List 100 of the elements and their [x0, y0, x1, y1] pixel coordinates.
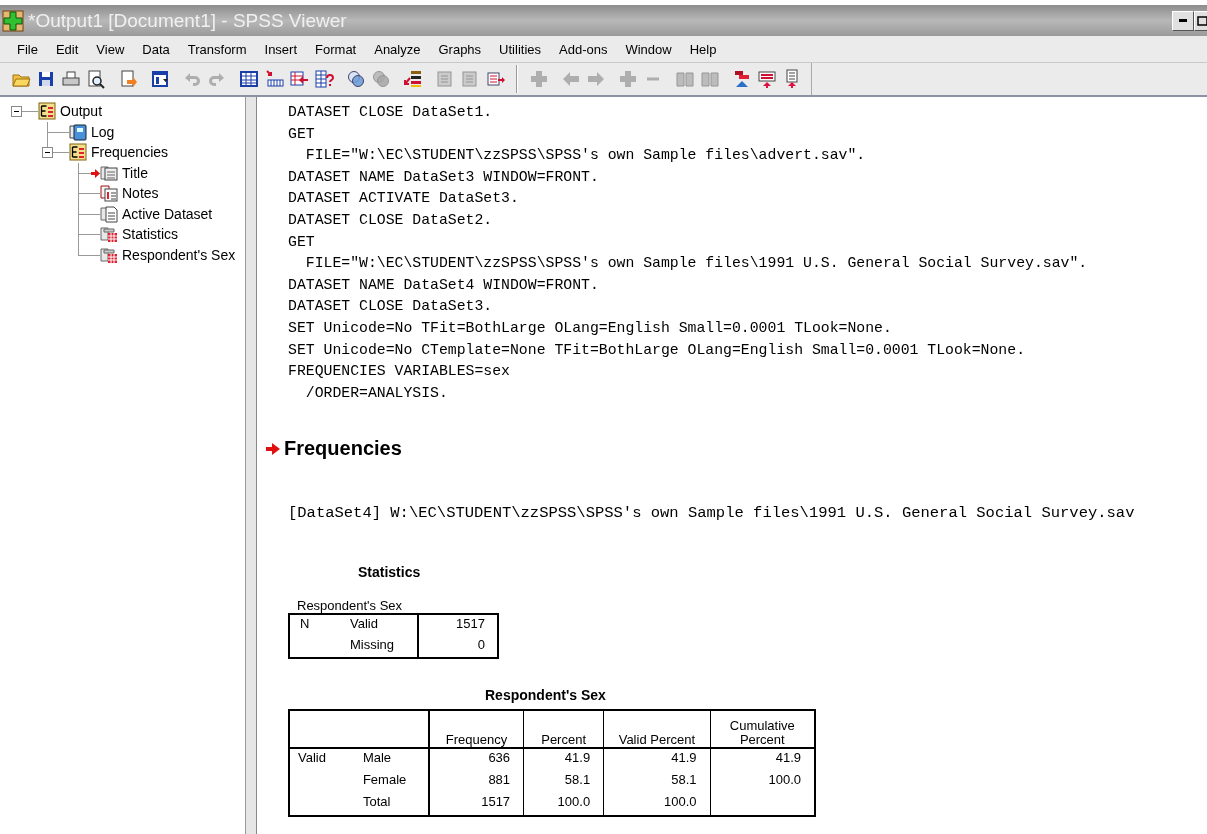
- sheet-icon: [460, 69, 480, 89]
- outline-item[interactable]: Title: [122, 164, 148, 181]
- maximize-button[interactable]: [1194, 10, 1207, 31]
- collapse-toggle[interactable]: [11, 106, 22, 117]
- grid-icon: [239, 69, 259, 89]
- table-title: Statistics: [358, 564, 422, 581]
- arrow-right-icon: [586, 69, 606, 89]
- minimize-icon: [1179, 19, 1187, 22]
- syntax-line: FILE="W:\EC\STUDENT\zzSPSS\SPSS's own Sample files\1991 U.S. General Social Survey.sav".: [304, 254, 1089, 274]
- menu-item[interactable]: Data: [133, 41, 179, 57]
- outline-item[interactable]: Notes: [122, 185, 159, 202]
- book-heading-icon: [69, 143, 87, 162]
- book-icon: [675, 69, 695, 89]
- sheet-arrow-icon: [485, 69, 505, 89]
- collapse-toggle[interactable]: [42, 147, 53, 158]
- section-heading: Frequencies: [284, 437, 402, 461]
- text-page-icon: [100, 163, 118, 182]
- outline-item[interactable]: Statistics: [122, 226, 178, 243]
- menu-item[interactable]: Format: [306, 41, 366, 57]
- outline-item[interactable]: Active Dataset: [122, 205, 213, 222]
- menu-item[interactable]: Window: [616, 41, 681, 57]
- menu-item[interactable]: Graphs: [429, 41, 491, 57]
- book-heading-icon: [38, 102, 56, 121]
- table-cell: 1517: [418, 614, 498, 637]
- table-cell: Missing: [346, 636, 418, 659]
- syntax-line: DATASET NAME DataSet4 WINDOW=FRONT.: [288, 275, 600, 295]
- table-cell: N: [289, 614, 346, 637]
- minus-icon: [647, 77, 659, 81]
- table-cell: 41.9: [603, 748, 711, 772]
- menu-item[interactable]: Edit: [46, 41, 88, 57]
- log-book-icon: [69, 122, 87, 141]
- table-cell: Valid: [289, 748, 359, 772]
- table-caption: Respondent's Sex: [297, 599, 404, 614]
- syntax-line: DATASET ACTIVATE DataSet3.: [288, 189, 520, 209]
- syntax-line: DATASET NAME DataSet3 WINDOW=FRONT.: [288, 167, 600, 187]
- column-header: Valid Percent: [603, 710, 711, 749]
- syntax-line: GET: [288, 124, 316, 144]
- table-cell: Female: [358, 771, 429, 794]
- menu-item[interactable]: Add-ons: [550, 41, 617, 57]
- export-icon: [118, 69, 138, 89]
- book-icon: [700, 69, 720, 89]
- window-title: *Output1 [Document1] - SPSS Viewer: [28, 9, 347, 32]
- table-cell: 41.9: [710, 748, 815, 772]
- syntax-line: GET: [288, 232, 316, 252]
- grid-arrow-icon: [289, 69, 309, 89]
- syntax-line: SET Unicode=No CTemplate=None TFit=BothLarge OLang=English Small=0.0001 TLook=None.: [288, 340, 1026, 360]
- syntax-line: FREQUENCIES VARIABLES=sex: [288, 362, 511, 382]
- bars-icon: [732, 69, 752, 89]
- menu-item[interactable]: File: [8, 41, 47, 57]
- minimize-button[interactable]: [1172, 10, 1194, 31]
- notes-page-icon: [100, 184, 118, 203]
- table-cell: 58.1: [523, 771, 604, 794]
- column-header: Frequency: [428, 710, 524, 749]
- grid-question-icon: [314, 69, 334, 89]
- maximize-icon: [1197, 15, 1207, 26]
- outline-item[interactable]: Output: [60, 103, 103, 120]
- dataset-path: [DataSet4] W:\EC\STUDENT\zzSPSS\SPSS's own Sample files\1991 U.S. General Social Survey.sav: [288, 504, 1136, 523]
- outline-item[interactable]: Log: [91, 123, 115, 140]
- table-cell: 100.0: [603, 793, 711, 817]
- table-cell: 58.1: [603, 771, 711, 794]
- dialog-icon: [150, 69, 170, 89]
- pane-splitter[interactable]: [246, 97, 257, 834]
- printer-icon: [61, 69, 81, 89]
- table-page-icon: [100, 245, 118, 264]
- syntax-line: SET Unicode=No TFit=BothLarge OLang=English Small=0.0001 TLook=None.: [288, 318, 893, 338]
- table-cell: 100.0: [523, 793, 604, 817]
- menu-item[interactable]: Transform: [178, 41, 256, 57]
- column-header: Percent: [523, 710, 604, 749]
- table-cell: Total: [358, 793, 429, 817]
- preview-icon: [86, 69, 106, 89]
- table-cell: 636: [428, 748, 524, 772]
- circles-icon: [371, 69, 391, 89]
- table-cell: 881: [428, 771, 524, 794]
- table-cell: Valid: [346, 614, 418, 637]
- grid-row-icon: [264, 69, 284, 89]
- toolbar-button[interactable]: [85, 67, 107, 91]
- table-title: Respondent's Sex: [485, 687, 607, 704]
- text-page-icon: [100, 204, 118, 223]
- table-cell: 41.9: [523, 748, 604, 772]
- table-cell: 0: [418, 636, 498, 659]
- syntax-line: FILE="W:\EC\STUDENT\zzSPSS\SPSS's own Sample files\advert.sav".: [304, 146, 867, 166]
- outline-item[interactable]: Frequencies: [91, 144, 169, 161]
- menu-item[interactable]: Help: [680, 41, 726, 57]
- table-page-icon: [100, 225, 118, 244]
- menu-item[interactable]: Insert: [255, 41, 307, 57]
- menu-item[interactable]: View: [87, 41, 134, 57]
- syntax-line: DATASET CLOSE DataSet1.: [288, 103, 494, 122]
- doc-up-icon: [757, 69, 777, 89]
- syntax-line: DATASET CLOSE DataSet3.: [288, 297, 494, 317]
- table-cell: 100.0: [710, 771, 815, 794]
- circles-icon: [346, 69, 366, 89]
- menu-item[interactable]: Analyze: [365, 41, 430, 57]
- table-cell: Male: [358, 748, 429, 772]
- syntax-line: /ORDER=ANALYSIS.: [304, 383, 449, 403]
- list-icon: [403, 69, 423, 89]
- sheet-icon: [435, 69, 455, 89]
- syntax-line: DATASET CLOSE DataSet2.: [288, 210, 494, 230]
- outline-item[interactable]: Respondent's Sex: [122, 246, 236, 263]
- plus-icon: [618, 69, 638, 89]
- menu-item[interactable]: Utilities: [490, 41, 550, 57]
